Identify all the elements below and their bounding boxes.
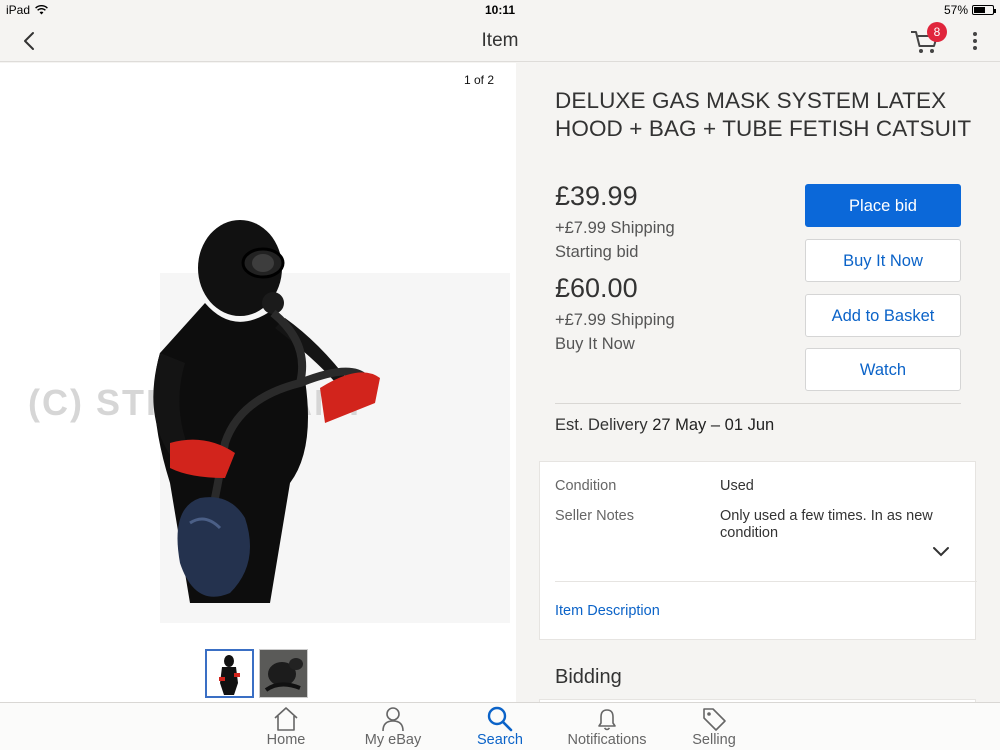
bid-type-label: Starting bid — [555, 243, 639, 261]
bell-icon — [598, 709, 616, 731]
item-details-panel: DELUXE GAS MASK SYSTEM LATEX HOOD + BAG … — [516, 63, 1000, 709]
tab-home-label: Home — [266, 732, 306, 748]
battery-percent: 57% — [943, 3, 968, 17]
bidding-heading: Bidding — [555, 666, 622, 688]
thumbnail-1[interactable] — [205, 649, 254, 698]
item-description-link[interactable]: Item Description — [555, 603, 660, 619]
seller-notes-value: Only used a few times. In as new conditi… — [720, 508, 933, 541]
tab-home[interactable]: Home — [231, 703, 341, 750]
buy-it-now-type-label: Buy It Now — [555, 335, 635, 353]
status-right: 57% — [943, 3, 996, 17]
product-image[interactable]: (C) STRASSMANY — [20, 123, 510, 623]
buy-it-now-shipping: +£7.99 Shipping — [555, 311, 675, 329]
chevron-down-icon[interactable] — [932, 546, 950, 558]
search-icon — [487, 706, 513, 732]
tab-selling[interactable]: Selling — [659, 703, 769, 750]
card-divider — [555, 581, 977, 582]
tab-my-ebay[interactable]: My eBay — [338, 703, 448, 750]
buy-it-now-price: £60.00 — [555, 273, 638, 303]
cart-count-badge: 8 — [927, 22, 947, 42]
place-bid-button[interactable]: Place bid — [805, 184, 961, 227]
battery-icon — [972, 5, 996, 15]
item-title: DELUXE GAS MASK SYSTEM LATEX HOOD + BAG … — [555, 88, 972, 141]
delivery-label: Est. Delivery — [555, 416, 648, 434]
clock: 10:11 — [484, 3, 516, 17]
tab-search-label: Search — [477, 732, 523, 748]
tab-bar: Home My eBay Search Notifications Sellin… — [0, 702, 1000, 750]
more-vertical-icon[interactable] — [968, 31, 982, 51]
status-bar: iPad 10:11 57% — [0, 0, 1000, 20]
seller-notes-label: Seller Notes — [555, 508, 634, 524]
add-to-basket-button[interactable]: Add to Basket — [805, 294, 961, 337]
delivery-dates: 27 May – 01 Jun — [652, 416, 775, 434]
home-icon — [274, 707, 298, 731]
condition-label: Condition — [555, 478, 617, 494]
estimated-delivery: Est. Delivery 27 May – 01 Jun — [555, 416, 774, 435]
buy-it-now-button[interactable]: Buy It Now — [805, 239, 961, 282]
tab-notifications-label: Notifications — [567, 732, 647, 748]
tab-notifications[interactable]: Notifications — [552, 703, 662, 750]
tag-icon — [703, 708, 726, 731]
tab-selling-label: Selling — [692, 732, 736, 748]
tab-my-ebay-label: My eBay — [364, 732, 422, 748]
tab-search[interactable]: Search — [445, 703, 555, 750]
nav-bar: Item 8 — [0, 20, 1000, 62]
bid-price: £39.99 — [555, 181, 638, 211]
item-specifics-card: Condition Used Seller Notes Only used a … — [539, 461, 977, 640]
bid-shipping: +£7.99 Shipping — [555, 219, 675, 237]
watch-button[interactable]: Watch — [805, 348, 961, 391]
page-title: Item — [481, 30, 519, 51]
image-counter: 1 of 2 — [463, 73, 494, 87]
divider — [555, 403, 961, 404]
image-gallery: 1 of 2 (C) STRASSMANY — [0, 63, 516, 703]
thumbnail-strip — [205, 649, 308, 698]
condition-value: Used — [720, 478, 754, 494]
thumbnail-2[interactable] — [259, 649, 308, 698]
person-icon — [382, 707, 404, 732]
